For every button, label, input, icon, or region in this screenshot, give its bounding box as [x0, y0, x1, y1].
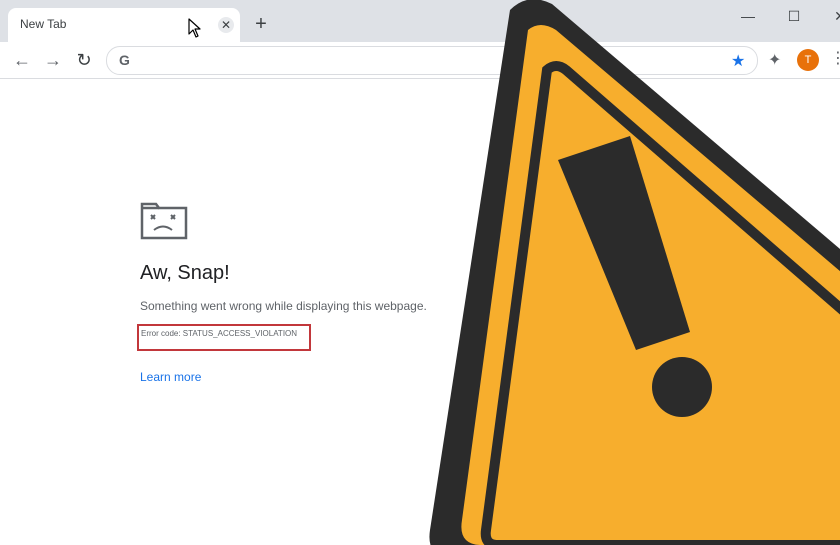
warning-triangle-icon [429, 0, 840, 545]
